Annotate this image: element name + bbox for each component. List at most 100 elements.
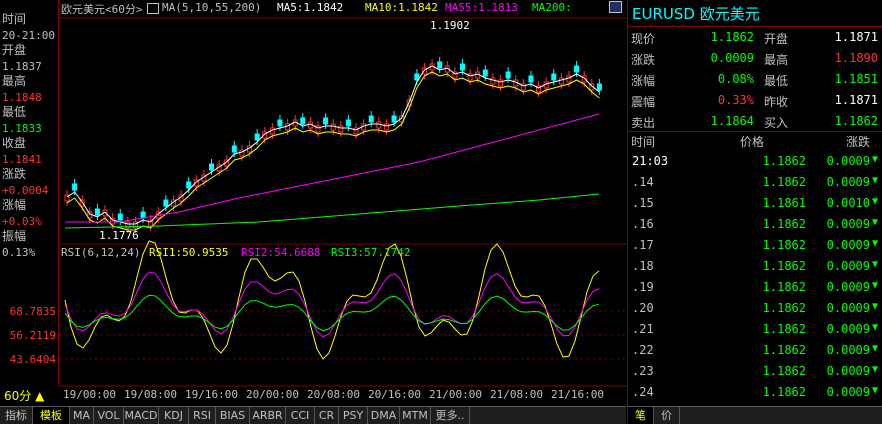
tick-tab[interactable]: 笔 [628,407,654,424]
info-value: +0.0004 [2,184,49,197]
tick-row[interactable]: .20 1.1862 0.0009 ▼ [628,301,882,322]
info-value: 1.1848 [2,91,42,104]
quote-panel: EURUSD 欧元美元 现价 1.1862 开盘 1.1871 涨跌 0.0009 最高 1.… [627,0,882,424]
info-label: 最低 [2,105,27,119]
tick-row[interactable]: .15 1.1861 0.0010 ▼ [628,196,882,217]
candle [437,61,443,69]
quote-value: 1.1871 [834,30,878,44]
candle [186,181,192,189]
kline-chart[interactable] [59,0,626,406]
indicator-tab[interactable]: 更多.. [431,407,470,424]
indicator-tabbar: 指标 模板 MA VOL MACD KDJ RSI BIAS ARBR CCI CR PSY DMA MT… [0,406,626,424]
candle [117,213,123,221]
high-annotation: 1.1902 [430,19,470,32]
candle [338,125,344,133]
tick-tabbar: 笔价 [628,406,882,424]
down-arrow-icon: ▼ [872,343,879,354]
candle [490,77,496,85]
time-axis-label: 20/08:00 [307,388,360,401]
candle [551,73,557,81]
tick-time: .20 [632,301,654,315]
indicator-tab[interactable]: MACD [124,407,159,424]
indicator-tab[interactable]: PSY [339,407,368,424]
tick-row[interactable]: .23 1.1862 0.0009 ▼ [628,364,882,385]
tick-row[interactable]: .16 1.1862 0.0009 ▼ [628,217,882,238]
tick-row[interactable]: 21:03 1.1862 0.0009 ▼ [628,154,882,175]
rsi3-value: RSI3:57.1742 [331,246,411,259]
tick-row[interactable]: .17 1.1862 0.0009 ▼ [628,238,882,259]
period-selector[interactable]: 60分 ▲ [0,386,58,406]
quote-value: 1.1862 [710,30,754,44]
candle [72,183,78,191]
tick-time: .16 [632,217,654,231]
tick-row[interactable]: .24 1.1862 0.0009 ▼ [628,385,882,406]
down-arrow-icon: ▼ [872,154,879,165]
rsi-y-label: 68.7835 [9,305,56,318]
info-label: 最高 [2,74,27,88]
tick-row[interactable]: .21 1.1862 0.0009 ▼ [628,322,882,343]
indicator-tab[interactable]: CCI [286,407,315,424]
time-axis-label: 21/00:00 [429,388,482,401]
info-label: 收盘 [2,136,27,150]
quote-label: 现价 [631,32,656,46]
indicator-tab[interactable]: MA [70,407,94,424]
tick-tab[interactable]: 价 [654,407,680,424]
candle [163,199,169,207]
tick-header-change: 涨跌 [846,135,871,149]
indicator-tab[interactable]: 模板 [33,407,70,424]
tick-price: 1.1862 [762,259,806,273]
tick-change: 0.0009 [826,343,870,357]
indicator-tab[interactable]: KDJ [159,407,189,424]
down-arrow-icon: ▼ [872,364,879,375]
candle [498,79,504,87]
candle [277,119,283,127]
quote-label: 涨幅 [631,74,656,88]
down-arrow-icon: ▼ [872,301,879,312]
rsi-y-label: 56.2119 [9,329,56,342]
down-arrow-icon: ▼ [872,259,879,270]
candle [596,83,602,91]
tick-row[interactable]: .18 1.1862 0.0009 ▼ [628,259,882,280]
indicator-tab[interactable]: ARBR [250,407,286,424]
info-value: 1.1841 [2,153,42,166]
tick-price: 1.1862 [762,175,806,189]
tick-price: 1.1862 [762,301,806,315]
time-axis-label: 19/16:00 [185,388,238,401]
tick-row[interactable]: .14 1.1862 0.0009 ▼ [628,175,882,196]
indicator-tab[interactable]: MTM [400,407,431,424]
candle [383,123,389,131]
rsi1-value: RSI1:50.9535 [149,246,229,259]
tick-row[interactable]: .19 1.1862 0.0009 ▼ [628,280,882,301]
tick-time: .18 [632,259,654,273]
tick-change: 0.0009 [826,322,870,336]
tick-time: .23 [632,364,654,378]
quote-value: 0.33% [717,93,754,107]
indicator-tab[interactable]: 指标 [0,407,33,424]
tick-price: 1.1862 [762,364,806,378]
indicator-tab[interactable]: RSI [189,407,216,424]
chart-settings-icon[interactable] [147,3,159,14]
candle [574,65,580,73]
tick-price: 1.1862 [762,217,806,231]
indicator-tab[interactable]: DMA [368,407,400,424]
expand-icon[interactable] [609,1,622,13]
indicator-tab[interactable]: CR [315,407,339,424]
tick-change: 0.0009 [826,364,870,378]
candle [300,117,306,125]
time-axis-label: 21/08:00 [490,388,543,401]
indicator-tab[interactable]: BIAS [216,407,250,424]
tick-price: 1.1862 [762,343,806,357]
candle [482,69,488,77]
tick-row[interactable]: .22 1.1862 0.0009 ▼ [628,343,882,364]
quote-value: 1.1890 [834,51,878,65]
candle [459,63,465,71]
candle [558,77,564,85]
tick-price: 1.1861 [762,196,806,210]
tick-change: 0.0009 [826,154,870,168]
rsi-title: RSI(6,12,24) [61,246,141,259]
down-arrow-icon: ▼ [872,385,879,396]
info-value: 20-21:00 [2,29,55,42]
chart-area[interactable]: 欧元美元<60分> MA(5,10,55,200) MA5:1.1842 MA1… [10,0,626,406]
ma10-line [66,71,600,231]
indicator-tab[interactable]: VOL [94,407,124,424]
